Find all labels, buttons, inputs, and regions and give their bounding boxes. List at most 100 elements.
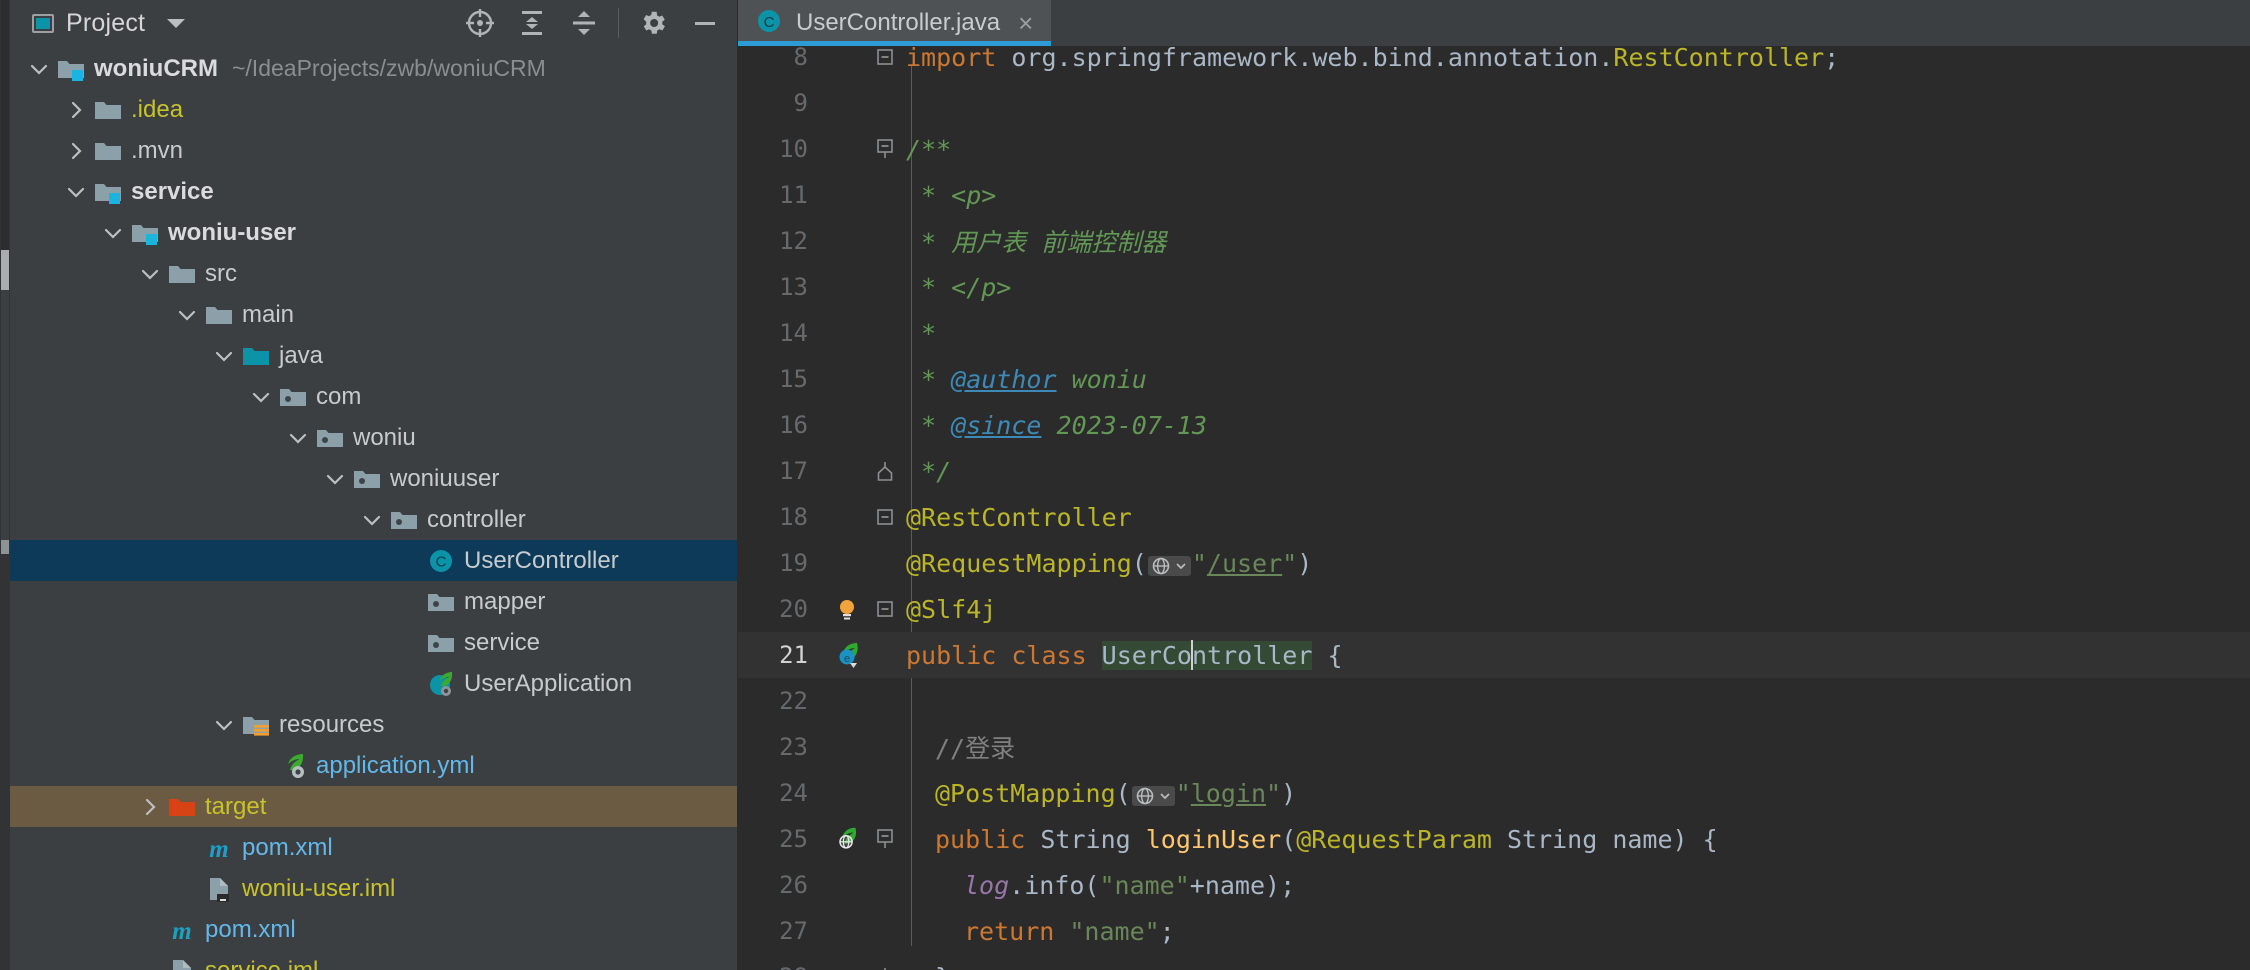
- svg-text:e: e: [844, 653, 850, 665]
- code-line-8[interactable]: 8 import org.springframework.web.bind.ann…: [738, 46, 2250, 80]
- code-line-11[interactable]: 11 * <p>: [738, 172, 2250, 218]
- tree-item-woniu-user[interactable]: woniu-user: [10, 212, 737, 253]
- code-fold-icon[interactable]: [870, 599, 900, 619]
- tree-item-application-yml[interactable]: application.yml: [10, 745, 737, 786]
- chevron-down-icon[interactable]: [167, 18, 186, 28]
- code-fold-icon[interactable]: [870, 507, 900, 527]
- chevron-down-icon[interactable]: [135, 263, 165, 285]
- chevron-down-icon[interactable]: [98, 222, 128, 244]
- code-fold-icon[interactable]: [870, 966, 900, 970]
- collapse-all-icon[interactable]: [558, 0, 610, 46]
- scroll-from-source-icon[interactable]: [454, 0, 506, 46]
- code-line-25[interactable]: 25 public String loginUser(@RequestParam …: [738, 816, 2250, 862]
- chevron-right-icon[interactable]: [61, 140, 91, 162]
- code-line-text: @Slf4j: [906, 594, 997, 624]
- project-panel-title: Project: [66, 8, 146, 37]
- code-line-9[interactable]: 9: [738, 80, 2250, 126]
- lightbulb-gutter-icon[interactable]: [824, 596, 870, 622]
- tree-item-woniu-user-iml[interactable]: woniu-user.iml: [10, 868, 737, 909]
- tree-item-label: main: [242, 300, 295, 328]
- chevron-down-icon[interactable]: [61, 181, 91, 203]
- project-title-button[interactable]: Project: [32, 8, 186, 38]
- tree-item-mapper[interactable]: mapper: [10, 581, 737, 622]
- chevron-right-icon[interactable]: [135, 796, 165, 818]
- tree-item--idea[interactable]: .idea: [10, 89, 737, 130]
- settings-gear-icon[interactable]: [627, 0, 679, 46]
- tool-window-strip[interactable]: [0, 0, 10, 970]
- tree-item-target[interactable]: target: [10, 786, 737, 827]
- tree-item-resources[interactable]: resources: [10, 704, 737, 745]
- editor-tab-usercontroller[interactable]: C UserController.java ×: [738, 0, 1052, 46]
- hide-icon[interactable]: [679, 0, 731, 46]
- tree-item-label: woniu-user: [168, 218, 297, 246]
- web-endpoint-gutter-chip[interactable]: [1131, 785, 1175, 806]
- code-line-26[interactable]: 26 log.info("name"+name);: [738, 862, 2250, 908]
- code-line-text: */: [906, 456, 952, 486]
- tree-item-com[interactable]: com: [10, 376, 737, 417]
- web-endpoint-gutter-chip[interactable]: [1147, 555, 1191, 576]
- code-line-22[interactable]: 22: [738, 678, 2250, 724]
- tree-item-woniuuser[interactable]: woniuuser: [10, 458, 737, 499]
- tree-item--mvn[interactable]: .mvn: [10, 130, 737, 171]
- chevron-down-icon[interactable]: [209, 345, 239, 367]
- chevron-down-icon[interactable]: [209, 714, 239, 736]
- tree-item-userapplication[interactable]: UserApplication: [10, 663, 737, 704]
- line-number: 22: [779, 687, 808, 715]
- code-line-16[interactable]: 16 * @since 2023-07-13: [738, 402, 2250, 448]
- chevron-down-icon[interactable]: [24, 58, 54, 80]
- chevron-down-icon[interactable]: [172, 304, 202, 326]
- tree-item-controller[interactable]: controller: [10, 499, 737, 540]
- code-fold-icon[interactable]: [870, 138, 900, 160]
- project-view-icon: [32, 13, 54, 33]
- code-line-20[interactable]: 20 @Slf4j: [738, 586, 2250, 632]
- tree-item-pom-xml[interactable]: m pom.xml: [10, 827, 737, 868]
- code-fold-icon[interactable]: [870, 828, 900, 850]
- tree-item-java[interactable]: java: [10, 335, 737, 376]
- tree-item-usercontroller[interactable]: C UserController: [10, 540, 737, 581]
- code-line-24[interactable]: 24 @PostMapping("login"): [738, 770, 2250, 816]
- chevron-down-icon[interactable]: [320, 468, 350, 490]
- code-line-21[interactable]: 21 e public class UserController {: [738, 632, 2250, 678]
- expand-all-icon[interactable]: [506, 0, 558, 46]
- code-line-12[interactable]: 12 * 用户表 前端控制器: [738, 218, 2250, 264]
- tree-item-service[interactable]: service: [10, 622, 737, 663]
- tree-item-path: ~/IdeaProjects/zwb/woniuCRM: [231, 55, 546, 81]
- project-toolbar: [454, 0, 731, 46]
- tree-item-label: pom.xml: [205, 915, 296, 943]
- project-tree[interactable]: woniuCRM ~/IdeaProjects/zwb/woniuCRM .idea…: [10, 46, 737, 970]
- code-line-13[interactable]: 13 * </p>: [738, 264, 2250, 310]
- chevron-down-icon[interactable]: [246, 386, 276, 408]
- tree-item-main[interactable]: main: [10, 294, 737, 335]
- project-tool-window: Project woniuCRM ~/IdeaProjects/zwb/woni…: [10, 0, 738, 970]
- tree-item-service[interactable]: service: [10, 171, 737, 212]
- code-line-19[interactable]: 19 @RequestMapping("/user"): [738, 540, 2250, 586]
- code-editor[interactable]: 8 import org.springframework.web.bind.ann…: [738, 46, 2250, 970]
- code-line-10[interactable]: 10 /**: [738, 126, 2250, 172]
- code-line-14[interactable]: 14 *: [738, 310, 2250, 356]
- spring-run2-gutter-icon[interactable]: [824, 825, 870, 853]
- code-fold-icon[interactable]: [870, 460, 900, 482]
- code-line-15[interactable]: 15 * @author woniu: [738, 356, 2250, 402]
- tree-item-src[interactable]: src: [10, 253, 737, 294]
- code-line-27[interactable]: 27 return "name";: [738, 908, 2250, 954]
- close-icon[interactable]: ×: [1018, 10, 1033, 36]
- line-number: 15: [779, 365, 808, 393]
- tree-item-pom-xml[interactable]: m pom.xml: [10, 909, 737, 950]
- code-fold-icon[interactable]: [870, 47, 900, 67]
- tree-item-woniu[interactable]: woniu: [10, 417, 737, 458]
- code-line-18[interactable]: 18 @RestController: [738, 494, 2250, 540]
- package-folder-icon: [387, 504, 421, 536]
- chevron-down-icon[interactable]: [357, 509, 387, 531]
- chevron-right-icon[interactable]: [61, 99, 91, 121]
- code-line-text: import org.springframework.web.bind.anno…: [906, 46, 1840, 72]
- code-line-23[interactable]: 23 //登录: [738, 724, 2250, 770]
- tree-item-label: woniu-user.iml: [242, 874, 396, 902]
- tree-item-service-iml[interactable]: service.iml: [10, 950, 737, 970]
- code-line-17[interactable]: 17 */: [738, 448, 2250, 494]
- package-folder-icon: [424, 586, 458, 618]
- spring-run-gutter-icon[interactable]: e: [824, 640, 870, 670]
- code-line-28[interactable]: 28}: [738, 954, 2250, 970]
- code-line-text: * @since 2023-07-13: [906, 410, 1208, 440]
- chevron-down-icon[interactable]: [283, 427, 313, 449]
- tree-item-woniucrm[interactable]: woniuCRM ~/IdeaProjects/zwb/woniuCRM: [10, 48, 737, 89]
